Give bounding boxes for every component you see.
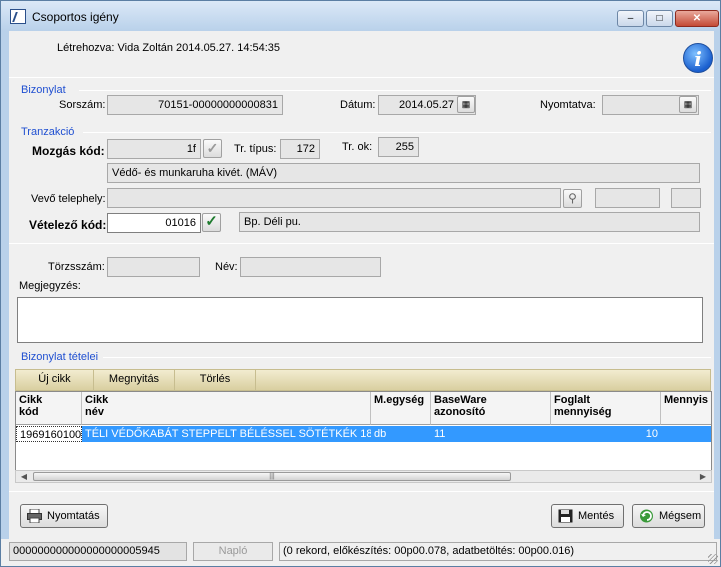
app-icon (10, 9, 26, 24)
open-item-button[interactable]: Megnyitás (94, 370, 175, 390)
trtipus-field: 172 (280, 139, 320, 159)
scrollbar-thumb[interactable]: ||| (33, 472, 511, 481)
check-icon[interactable]: ✓ (202, 213, 221, 232)
cell-me[interactable]: db (371, 426, 431, 442)
section-bizonylat: Bizonylat (21, 84, 66, 96)
divider (9, 77, 714, 78)
trtipus-label: Tr. típus: (234, 143, 277, 155)
mozgas-label: Mozgás kód: (32, 144, 105, 158)
cancel-button[interactable]: Mégsem (632, 504, 705, 528)
printer-icon (27, 509, 42, 523)
status-info: (0 rekord, előkészítés: 00p00.078, adatb… (279, 542, 717, 561)
nev-label: Név: (215, 261, 238, 273)
close-button[interactable]: ✕ (675, 10, 719, 27)
torzsszam-label: Törzsszám: (48, 261, 105, 273)
torzsszam-field[interactable] (107, 257, 200, 277)
section-tranzakcio: Tranzakció (21, 126, 75, 138)
scroll-right-icon[interactable]: ▶ (695, 471, 711, 482)
resize-grip[interactable] (708, 554, 718, 564)
undo-icon (640, 509, 653, 523)
sorszam-label: Sorszám: (59, 99, 106, 111)
mozgas-field[interactable]: 1f (107, 139, 201, 159)
section-line (79, 90, 711, 91)
print-button[interactable]: Nyomtatás (20, 504, 108, 528)
cell-baseware[interactable]: 11 (431, 426, 551, 442)
cell-foglalt[interactable]: 10 (551, 426, 661, 442)
divider (9, 491, 714, 492)
vevo-label: Vevő telephely: (31, 193, 106, 205)
minimize-button[interactable]: – (617, 10, 644, 27)
window-title: Csoportos igény (32, 10, 119, 24)
created-info: Létrehozva: Vida Zoltán 2014.05.27. 14:5… (57, 42, 281, 54)
save-button[interactable]: Mentés (551, 504, 624, 528)
column-header[interactable]: Cikk kód (16, 392, 82, 425)
column-header[interactable]: M.egység (371, 392, 431, 425)
calendar-icon[interactable]: ▦ (457, 96, 475, 113)
sorszam-field[interactable]: 70151-00000000000831 (107, 95, 283, 115)
column-header[interactable]: Cikk név (82, 392, 371, 425)
delete-item-button[interactable]: Törlés (175, 370, 256, 390)
section-tetelek: Bizonylat tételei (21, 351, 99, 363)
cell-kod[interactable]: 1969160100 (16, 426, 82, 442)
status-bar: 000000000000000000005945 Napló (0 rekord… (1, 539, 720, 566)
horizontal-scrollbar[interactable]: ◀ ||| ▶ (15, 470, 712, 483)
nev-field[interactable] (240, 257, 381, 277)
cell-nev[interactable]: TÉLI VÉDŐKABÁT STEPPELT BÉLÉSSEL SÖTÉTKÉ… (82, 426, 371, 442)
check-icon[interactable]: ✓ (203, 139, 222, 158)
column-header[interactable]: BaseWare azonosító (431, 392, 551, 425)
title-bar[interactable]: Csoportos igény – □ ✕ (1, 1, 720, 31)
form-body: Létrehozva: Vida Zoltán 2014.05.27. 14:5… (9, 31, 714, 541)
info-icon[interactable]: i (683, 43, 713, 73)
items-toolbar: Új cikk Megnyitás Törlés (15, 369, 711, 391)
datum-label: Dátum: (340, 99, 376, 111)
status-record-id: 000000000000000000005945 (9, 542, 187, 561)
vevo-extra-field (595, 188, 660, 208)
window: Csoportos igény – □ ✕ Létrehozva: Vida Z… (0, 0, 721, 567)
trok-label: Tr. ok: (342, 141, 373, 153)
vetelezo-field[interactable]: 01016 (107, 213, 201, 233)
floppy-icon (558, 509, 573, 523)
nyomtatva-label: Nyomtatva: (540, 99, 596, 111)
section-line (83, 132, 711, 133)
search-icon[interactable]: ⚲ (563, 189, 582, 208)
maximize-button[interactable]: □ (646, 10, 673, 27)
vetelezo-label: Vételező kód: (29, 218, 107, 232)
naplo-button[interactable]: Napló (193, 542, 273, 561)
new-item-button[interactable]: Új cikk (16, 370, 94, 390)
section-line (103, 357, 711, 358)
trok-field: 255 (378, 137, 419, 157)
calendar-icon[interactable]: ▦ (679, 96, 697, 113)
divider (9, 243, 714, 244)
megjegyzes-label: Megjegyzés: (19, 280, 81, 292)
scroll-left-icon[interactable]: ◀ (16, 471, 32, 482)
column-header[interactable]: Foglalt mennyiség (551, 392, 661, 425)
vevo-field[interactable] (107, 188, 561, 208)
mozgas-description: Védő- és munkaruha kivét. (MÁV) (107, 163, 700, 183)
column-header[interactable]: Mennyis (661, 392, 711, 425)
cell-menny[interactable] (661, 426, 711, 442)
megjegyzes-textarea[interactable] (17, 297, 703, 343)
vevo-extra-field-2 (671, 188, 701, 208)
vetelezo-description: Bp. Déli pu. (239, 212, 700, 232)
